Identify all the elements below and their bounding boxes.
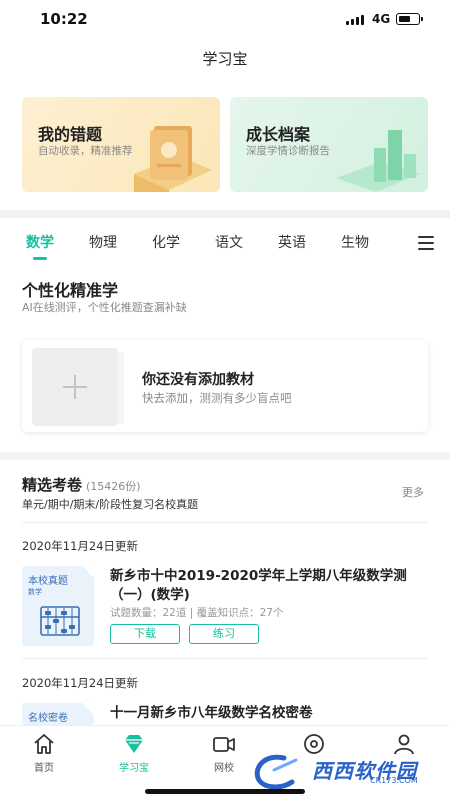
watermark-url: CR173.COM (370, 776, 418, 785)
exams-title: 精选考卷 (15426份) (22, 474, 141, 495)
section-divider (0, 452, 450, 460)
exams-title-text: 精选考卷 (22, 476, 83, 494)
watermark: 西西软件园 CR173.COM (252, 752, 430, 790)
tab-math[interactable]: 数学 (26, 232, 54, 252)
exams-subtitle: 单元/期中/期末/阶段性复习名校真题 (22, 498, 199, 511)
practice-button[interactable]: 练习 (189, 624, 259, 644)
exams-count: (15426份) (86, 480, 141, 493)
tab-physics[interactable]: 物理 (89, 232, 117, 252)
video-icon (213, 737, 235, 752)
diamond-icon (125, 735, 143, 753)
add-textbook-button[interactable] (32, 348, 118, 426)
tab-chemistry[interactable]: 化学 (152, 232, 180, 252)
thumb-subject: 数学 (28, 588, 42, 596)
growth-title: 成长档案 (246, 125, 311, 144)
growth-card[interactable]: 成长档案 深度学情诊断报告 (230, 97, 428, 192)
thumb-label: 名校密卷 (28, 713, 68, 724)
more-link[interactable]: 更多 (402, 484, 424, 500)
tab-online-school-label: 网校 (214, 763, 234, 774)
subject-tabs: 数学 物理 化学 语文 英语 生物 (0, 226, 450, 262)
tab-english[interactable]: 英语 (278, 232, 306, 252)
textbook-empty-title: 你还没有添加教材 (142, 372, 254, 388)
page-title: 学习宝 (202, 50, 248, 68)
tab-study-label: 学习宝 (119, 763, 149, 774)
mistakes-desc: 自动收录，精准推荐 (38, 145, 133, 157)
tab-home[interactable]: 首页 (14, 732, 74, 774)
exam-update-date: 2020年11月24日更新 (22, 676, 139, 690)
download-button[interactable]: 下载 (110, 624, 180, 644)
personalized-title: 个性化精准学 (22, 281, 119, 300)
tab-chinese[interactable]: 语文 (215, 232, 243, 252)
network-type: 4G (372, 12, 391, 26)
status-bar: 10:22 4G (0, 0, 450, 40)
menu-icon[interactable] (418, 236, 434, 250)
plus-icon (63, 375, 87, 399)
tab-biology[interactable]: 生物 (341, 232, 369, 252)
divider-line (22, 658, 428, 659)
mistakes-card[interactable]: 我的错题 自动收录，精准推荐 (22, 97, 220, 192)
exam-title[interactable]: 十一月新乡市八年级数学名校密卷 (110, 704, 422, 723)
exam-thumbnail[interactable]: 本校真题 数学 (22, 566, 94, 646)
divider-line (22, 522, 428, 523)
textbook-empty-subtitle: 快去添加，测测有多少盲点吧 (142, 391, 292, 405)
bar-chart-icon (336, 130, 420, 192)
mistakes-title: 我的错题 (38, 125, 103, 144)
add-textbook-card[interactable]: 你还没有添加教材 快去添加，测测有多少盲点吧 (22, 340, 428, 432)
signal-icon (346, 14, 364, 25)
personalized-subtitle: AI在线测评，个性化推题查漏补缺 (22, 301, 187, 314)
tab-online-school[interactable]: 网校 (194, 732, 254, 774)
active-tab-indicator (33, 257, 47, 260)
section-divider (0, 210, 450, 218)
exam-title[interactable]: 新乡市十中2019-2020学年上学期八年级数学测（一）(数学) (110, 567, 422, 605)
tab-home-label: 首页 (34, 763, 54, 774)
thumb-label: 本校真题 (28, 576, 68, 587)
book-icon (134, 126, 212, 192)
home-icon (34, 734, 54, 754)
exam-thumbnail[interactable]: 名校密卷 (22, 703, 94, 725)
exam-update-date: 2020年11月24日更新 (22, 539, 139, 553)
home-indicator (145, 789, 305, 794)
status-time: 10:22 (40, 10, 88, 28)
exam-meta: 试题数量：22道 | 覆盖知识点：27个 (110, 607, 284, 619)
abacus-icon (40, 606, 80, 636)
watermark-logo-icon (254, 754, 298, 790)
battery-icon (396, 13, 423, 25)
tab-study[interactable]: 学习宝 (104, 732, 164, 774)
